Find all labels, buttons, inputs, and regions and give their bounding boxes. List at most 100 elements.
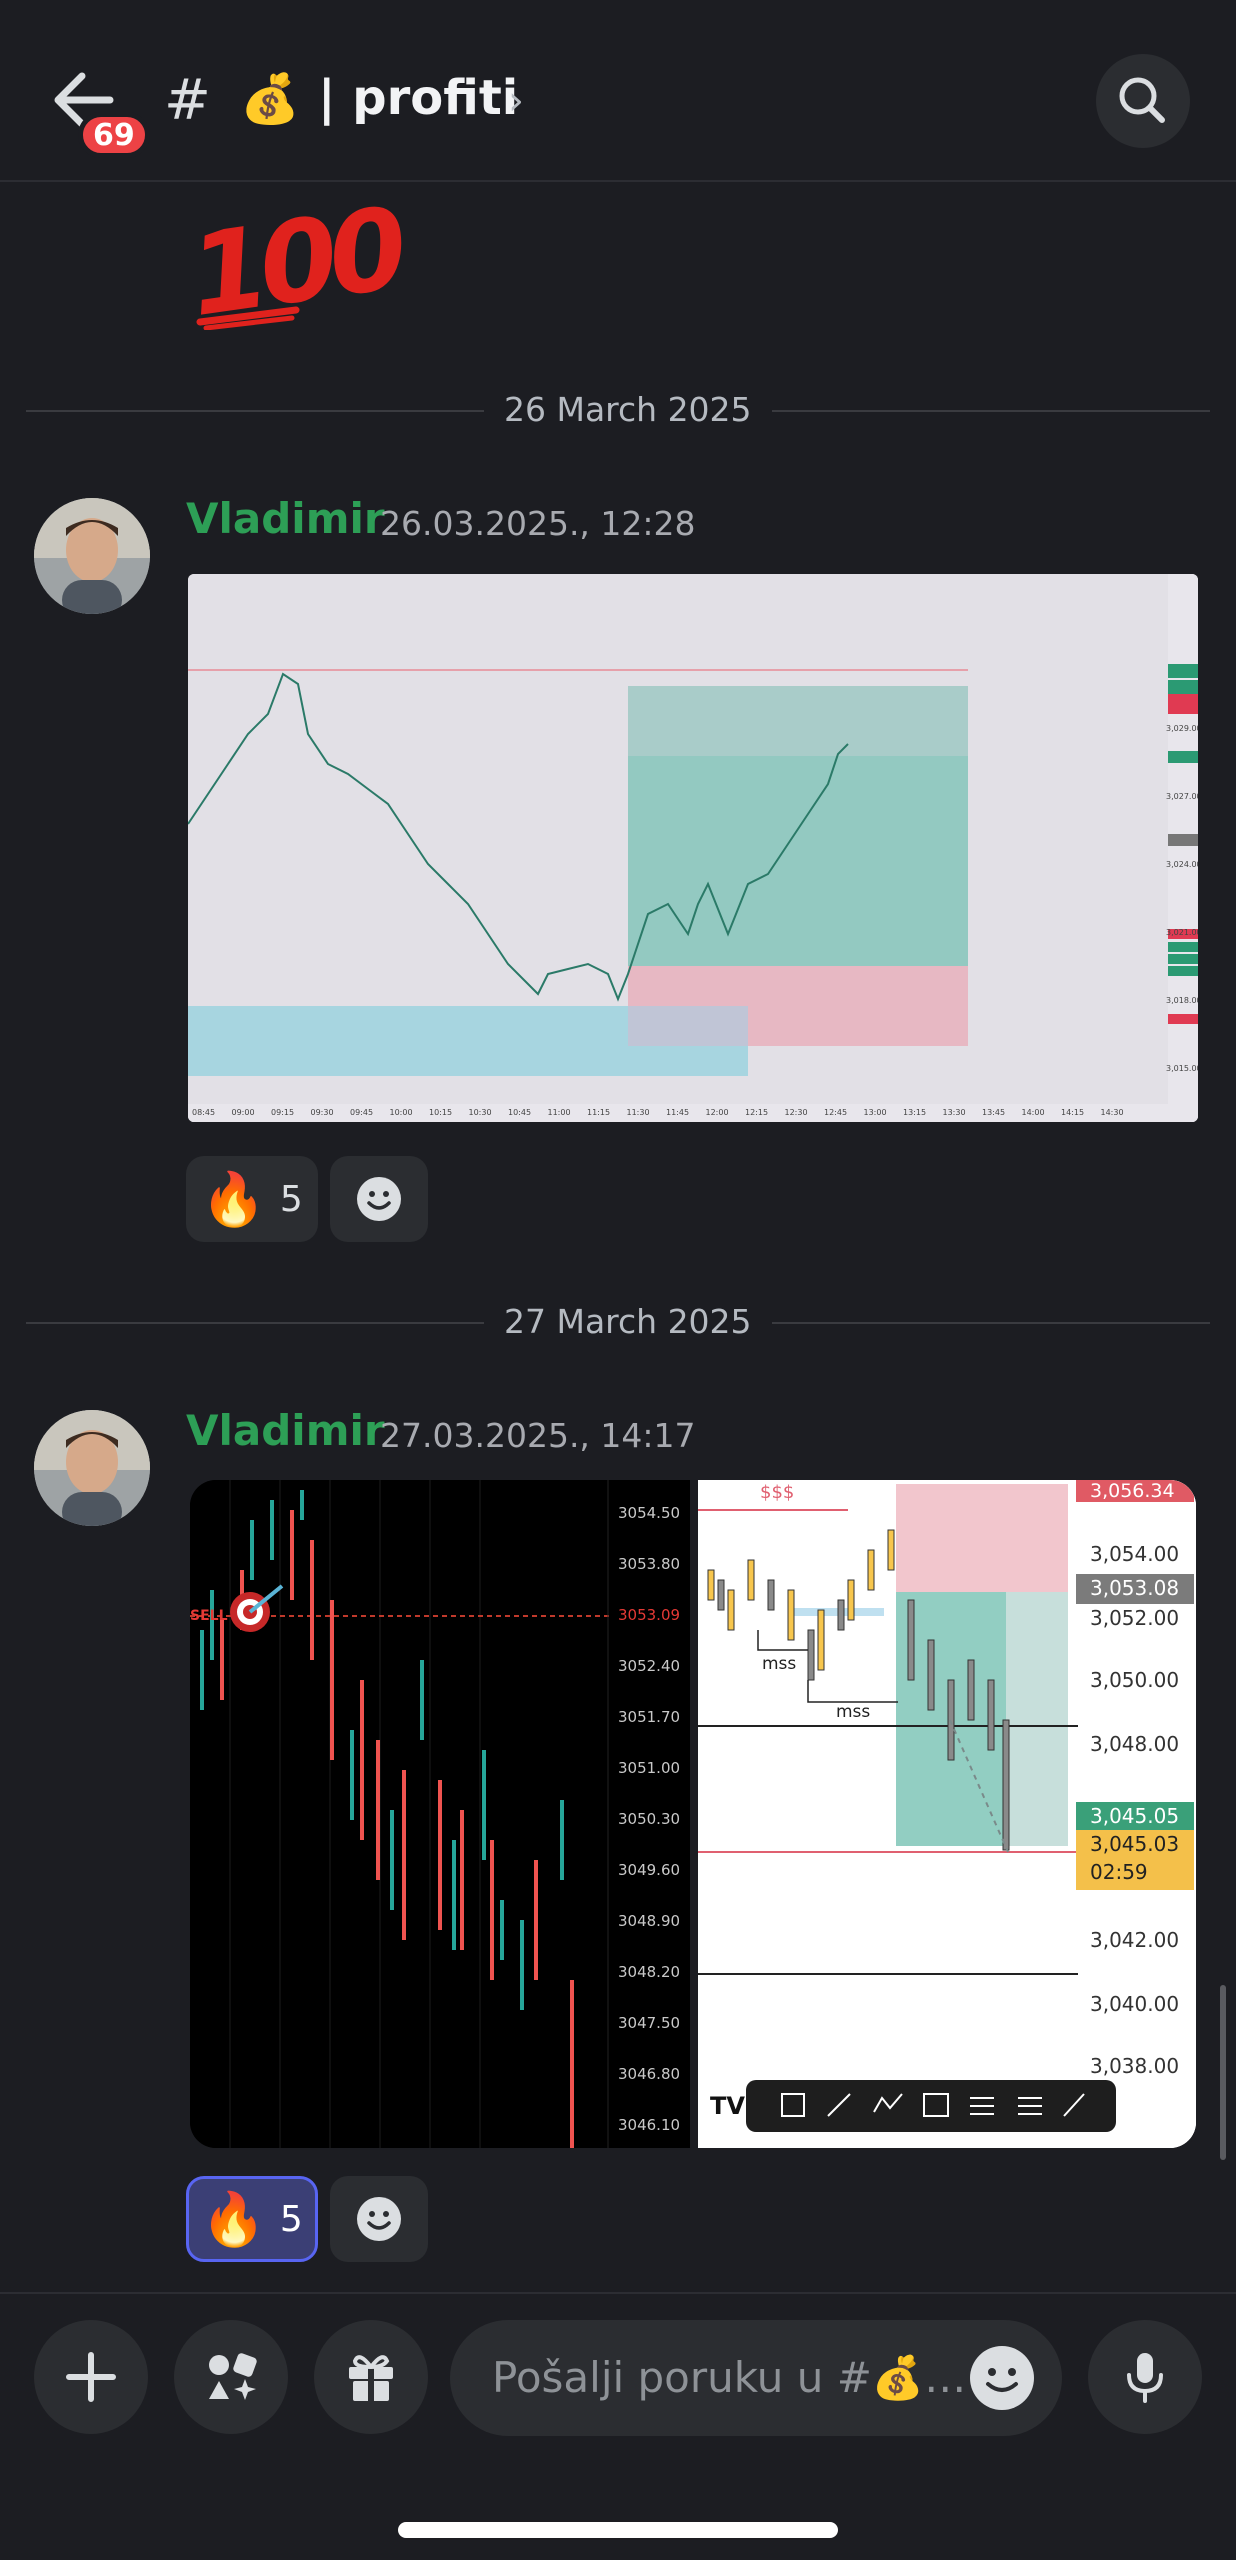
chart-screenshot-attachment[interactable]: 3,029.00 3,027.00 3,024.00 3,021.00 3,018.00…: [188, 574, 1198, 1122]
scrollbar[interactable]: [1220, 1985, 1226, 2160]
chart-screenshot-icon: SELL: [190, 1480, 690, 2148]
smile-icon: [357, 1177, 401, 1221]
add-attachment-button[interactable]: [34, 2320, 148, 2434]
message-author[interactable]: Vladimir: [186, 494, 385, 543]
time-label: 13:30: [942, 1108, 966, 1117]
channel-emoji: 💰: [240, 71, 300, 127]
fire-icon: 🔥: [201, 2189, 266, 2250]
price-label: 3,018.00: [1166, 996, 1198, 1005]
price-label: 3054.50: [618, 1504, 681, 1522]
price-label: 3046.80: [618, 2065, 681, 2083]
composer-divider: [0, 2292, 1236, 2294]
time-label: 14:30: [1100, 1108, 1124, 1117]
price-label: 3,040.00: [1090, 1992, 1180, 2016]
unread-badge: 69: [78, 112, 150, 158]
apps-icon: [209, 2353, 257, 2400]
time-label: 11:00: [547, 1108, 571, 1117]
channel-hash-icon: #: [164, 68, 211, 133]
gift-icon: [349, 2355, 393, 2401]
channel-name[interactable]: | profiti: [318, 70, 518, 126]
time-label: 13:00: [863, 1108, 887, 1117]
price-label: 3,050.00: [1090, 1668, 1180, 1692]
date-divider-label: 27 March 2025: [484, 1302, 772, 1341]
time-label: 13:15: [903, 1108, 927, 1117]
smile-icon: [972, 2348, 1032, 2408]
price-label: 3,021.00: [1166, 928, 1198, 937]
time-label: 14:15: [1061, 1108, 1085, 1117]
price-label: 3,053.08: [1090, 1576, 1180, 1600]
time-label: 08:45: [192, 1108, 216, 1117]
smile-icon: [357, 2197, 401, 2241]
message-input-placeholder: Pošalji poruku u #💰…: [492, 2353, 967, 2402]
reaction-count: 5: [279, 2198, 303, 2240]
emoji-picker-button[interactable]: [970, 2346, 1034, 2410]
reaction-fire[interactable]: 🔥 5: [186, 1156, 318, 1242]
time-label: 12:30: [784, 1108, 808, 1117]
price-label: 3051.70: [618, 1708, 681, 1726]
time-label: 12:45: [824, 1108, 848, 1117]
voice-message-button[interactable]: [1088, 2320, 1202, 2434]
reaction-fire[interactable]: 🔥 5: [186, 2176, 318, 2262]
microphone-icon: [1127, 2353, 1163, 2403]
mss-label: mss: [762, 1654, 797, 1674]
sticker-underline: [196, 306, 300, 330]
chart-screenshot-icon: [188, 574, 1198, 1122]
price-label: 3052.40: [618, 1657, 681, 1675]
price-label: 3,045.03: [1090, 1832, 1180, 1856]
time-label: 09:00: [231, 1108, 255, 1117]
chevron-right-icon[interactable]: ›: [508, 78, 524, 124]
fire-icon: 🔥: [201, 1169, 266, 1230]
time-label: 09:30: [310, 1108, 334, 1117]
time-label: 10:30: [468, 1108, 492, 1117]
price-label: 3,054.00: [1090, 1542, 1180, 1566]
price-label: 3,015.00: [1166, 1064, 1198, 1073]
time-label: 12:00: [705, 1108, 729, 1117]
price-label: 3049.60: [618, 1861, 681, 1879]
time-label: 11:15: [587, 1108, 611, 1117]
reaction-count: 5: [279, 1178, 303, 1220]
time-label: 10:15: [429, 1108, 453, 1117]
add-reaction-button[interactable]: [330, 1156, 428, 1242]
price-label: 3,042.00: [1090, 1928, 1180, 1952]
date-divider-label: 26 March 2025: [484, 390, 772, 429]
price-label: 3053.80: [618, 1555, 681, 1573]
liquidity-label: $$$: [760, 1482, 795, 1503]
gift-button[interactable]: [314, 2320, 428, 2434]
price-label: 3,045.05: [1090, 1804, 1180, 1828]
time-label: 11:30: [626, 1108, 650, 1117]
channel-header: 69 # 💰 | profiti ›: [0, 0, 1236, 182]
chart-screenshot-attachment[interactable]: SELL 3054.50 3053.80 3053.09 3052.40 3051.70…: [190, 1480, 690, 2148]
user-avatar-icon: [34, 498, 150, 614]
time-label: 14:00: [1021, 1108, 1045, 1117]
price-label: 3048.90: [618, 1912, 681, 1930]
time-label: 09:15: [271, 1108, 295, 1117]
price-label: 3,056.34: [1090, 1480, 1175, 1502]
add-reaction-button[interactable]: [330, 2176, 428, 2262]
price-label: 3053.09: [618, 1606, 681, 1624]
avatar[interactable]: [34, 498, 150, 614]
price-label: 3046.10: [618, 2116, 681, 2134]
user-avatar-icon: [34, 1410, 150, 1526]
avatar[interactable]: [34, 1410, 150, 1526]
time-label: 12:15: [745, 1108, 769, 1117]
mss-label: mss: [836, 1702, 871, 1722]
price-label: 3051.00: [618, 1759, 681, 1777]
time-label: 09:45: [350, 1108, 374, 1117]
time-label: 10:00: [389, 1108, 413, 1117]
message-author[interactable]: Vladimir: [186, 1406, 385, 1455]
tradingview-logo: TV: [710, 2092, 745, 2120]
price-label: 3,048.00: [1090, 1732, 1180, 1756]
message-timestamp: 26.03.2025., 12:28: [380, 504, 696, 543]
sell-label: SELL: [190, 1608, 228, 1624]
chart-screenshot-attachment[interactable]: 3,056.34 3,053.08 3,045.05 3,045.03 02:59 3,0…: [698, 1480, 1196, 2148]
price-label: 3,038.00: [1090, 2054, 1180, 2078]
search-button[interactable]: [1096, 54, 1190, 148]
price-label: 3,024.00: [1166, 860, 1198, 869]
home-indicator[interactable]: [398, 2522, 838, 2538]
time-label: 10:45: [508, 1108, 532, 1117]
price-label: 3048.20: [618, 1963, 681, 1981]
price-label: 3047.50: [618, 2014, 681, 2032]
plus-icon: [66, 2352, 116, 2402]
apps-button[interactable]: [174, 2320, 288, 2434]
price-label: 3,027.00: [1166, 792, 1198, 801]
